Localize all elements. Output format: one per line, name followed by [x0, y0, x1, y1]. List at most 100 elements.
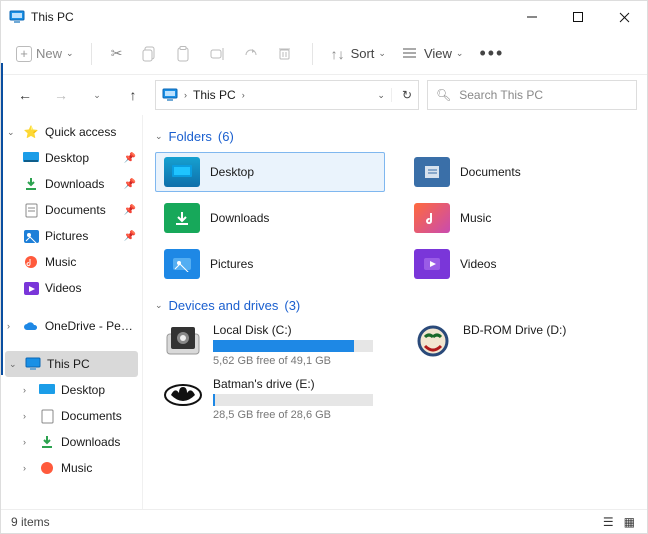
view-button[interactable]: View ⌄ — [396, 40, 470, 67]
this-pc-icon — [9, 9, 25, 25]
copy-button[interactable] — [136, 40, 166, 68]
sidebar-item-label: Downloads — [45, 177, 104, 191]
music-folder-icon — [414, 203, 450, 233]
status-bar: 9 items ☰ ▦ — [1, 509, 647, 533]
view-label: View — [424, 46, 452, 61]
sidebar-item-pictures[interactable]: Pictures📌 — [1, 223, 142, 249]
batman-icon — [163, 377, 203, 413]
drive-batman-e[interactable]: Batman's drive (E:) 28,5 GB free of 28,6… — [155, 375, 385, 423]
sort-label: Sort — [351, 46, 375, 61]
new-label: New — [36, 46, 62, 61]
maximize-button[interactable] — [555, 1, 601, 33]
recent-dropdown[interactable]: ⌄ — [83, 81, 111, 109]
sidebar-quick-access[interactable]: ⌄ ⭐ Quick access — [1, 119, 142, 145]
sidebar-item-label: Videos — [45, 281, 81, 295]
search-placeholder: Search This PC — [459, 88, 543, 102]
folder-pictures[interactable]: Pictures — [155, 244, 385, 284]
sidebar-item-downloads[interactable]: Downloads 📌 — [1, 171, 142, 197]
sidebar-item-desktop[interactable]: Desktop 📌 — [1, 145, 142, 171]
sidebar-item-videos[interactable]: Videos — [1, 275, 142, 301]
addr-dropdown[interactable]: ⌄ — [377, 90, 385, 101]
paste-button[interactable] — [170, 40, 200, 68]
chevron-right-icon: › — [23, 385, 33, 395]
sidebar-onedrive[interactable]: › OneDrive - Perso — [1, 313, 142, 339]
toolbar: + New ⌄ ✂ ↑↓ Sort ⌄ View ⌄ ••• — [1, 33, 647, 75]
sidebar-pc-desktop[interactable]: › Desktop — [1, 377, 142, 403]
chevron-right-icon: › — [7, 321, 17, 331]
search-input[interactable]: 🔍︎ Search This PC — [427, 80, 637, 110]
pictures-icon — [23, 228, 39, 244]
details-view-button[interactable]: ☰ — [603, 515, 616, 529]
download-icon — [39, 434, 55, 450]
address-bar[interactable]: › This PC › ⌄ ↻ — [155, 80, 419, 110]
sidebar-pc-music[interactable]: › Music — [1, 455, 142, 481]
folder-documents[interactable]: Documents — [405, 152, 635, 192]
new-button[interactable]: + New ⌄ — [9, 39, 81, 69]
section-drives[interactable]: ⌄ Devices and drives (3) — [155, 298, 635, 313]
view-icon — [402, 47, 420, 60]
chevron-right-icon[interactable]: › — [184, 90, 187, 100]
back-button[interactable]: ← — [11, 81, 39, 109]
close-button[interactable] — [601, 1, 647, 33]
copy-icon — [142, 46, 160, 62]
folder-videos[interactable]: Videos — [405, 244, 635, 284]
window-title: This PC — [31, 10, 74, 24]
pin-icon: 📌 — [124, 179, 136, 190]
sidebar-item-label: Music — [61, 461, 92, 475]
star-icon: ⭐ — [23, 124, 39, 140]
sidebar-item-music[interactable]: Music — [1, 249, 142, 275]
rename-button[interactable] — [204, 41, 234, 67]
sidebar-label: OneDrive - Perso — [45, 319, 136, 333]
desktop-folder-icon — [164, 157, 200, 187]
forward-button[interactable]: → — [47, 81, 75, 109]
delete-button[interactable] — [272, 40, 302, 67]
more-button[interactable]: ••• — [473, 37, 510, 70]
cloud-icon — [23, 318, 39, 334]
videos-folder-icon — [414, 249, 450, 279]
chevron-right-icon[interactable]: › — [242, 90, 245, 100]
chevron-down-icon: ⌄ — [155, 131, 163, 142]
section-count: (3) — [284, 298, 300, 313]
sidebar-item-label: Downloads — [61, 435, 120, 449]
desktop-icon — [23, 150, 39, 166]
refresh-button[interactable]: ↻ — [391, 88, 412, 102]
drive-bdrom-d[interactable]: BD-ROM Drive (D:) — [405, 321, 635, 369]
drive-icon — [163, 323, 203, 359]
titlebar: This PC — [1, 1, 647, 33]
folder-music[interactable]: Music — [405, 198, 635, 238]
sidebar-pc-downloads[interactable]: ›Downloads — [1, 429, 142, 455]
sidebar: ⌄ ⭐ Quick access Desktop 📌 Downloads 📌 Doc… — [1, 115, 143, 509]
chevron-right-icon: › — [23, 463, 33, 473]
download-icon — [23, 176, 39, 192]
pin-icon: 📌 — [124, 153, 136, 164]
sidebar-item-label: Music — [45, 255, 76, 269]
section-folders[interactable]: ⌄ Folders (6) — [155, 129, 635, 144]
sidebar-this-pc[interactable]: ⌄This PC — [5, 351, 138, 377]
drive-free: 5,62 GB free of 49,1 GB — [213, 355, 377, 367]
drive-local-c[interactable]: Local Disk (C:) 5,62 GB free of 49,1 GB — [155, 321, 385, 369]
sidebar-item-label: Desktop — [45, 151, 89, 165]
sort-button[interactable]: ↑↓ Sort ⌄ — [323, 40, 392, 68]
music-icon — [23, 254, 39, 270]
sidebar-pc-documents[interactable]: ›Documents — [1, 403, 142, 429]
breadcrumb[interactable]: This PC — [193, 88, 236, 102]
share-button[interactable] — [238, 40, 268, 67]
folder-label: Videos — [460, 257, 496, 271]
sidebar-item-label: Desktop — [61, 383, 105, 397]
chevron-down-icon: ⌄ — [7, 127, 17, 138]
sidebar-item-label: Documents — [61, 409, 122, 423]
minimize-button[interactable] — [509, 1, 555, 33]
folder-desktop[interactable]: Desktop — [155, 152, 385, 192]
sidebar-item-documents[interactable]: Documents📌 — [1, 197, 142, 223]
folder-downloads[interactable]: Downloads — [155, 198, 385, 238]
cut-button[interactable]: ✂ — [102, 39, 132, 68]
pin-icon: 📌 — [124, 231, 136, 242]
folder-label: Music — [460, 211, 491, 225]
tiles-view-button[interactable]: ▦ — [624, 515, 637, 529]
joker-icon — [413, 323, 453, 359]
this-pc-icon — [162, 87, 178, 103]
sort-icon: ↑↓ — [329, 46, 347, 62]
chevron-down-icon: ⌄ — [9, 359, 19, 370]
documents-folder-icon — [414, 157, 450, 187]
up-button[interactable]: ↑ — [119, 81, 147, 109]
